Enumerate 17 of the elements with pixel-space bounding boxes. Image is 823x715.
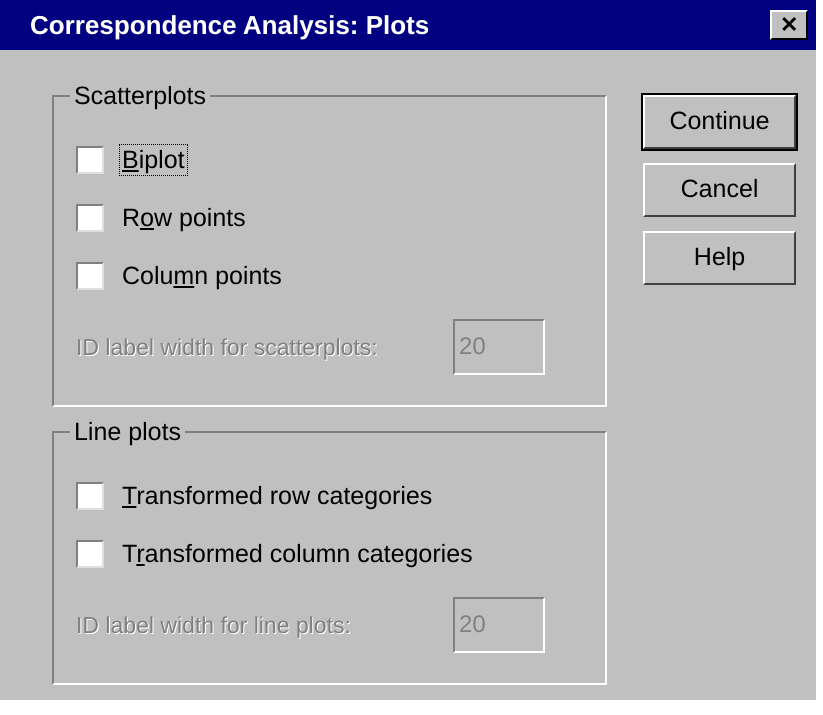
checkbox[interactable] [76,204,104,232]
field-label: ID label width for scatterplots: [76,332,378,362]
field-label: ID label width for line plots: [76,610,351,640]
checkbox-label[interactable]: Transformed row categories [120,481,434,511]
checkbox-label[interactable]: Column points [120,261,284,291]
window-title: Correspondence Analysis: Plots [30,8,430,42]
checkbox[interactable] [76,482,104,510]
checkbox-label[interactable]: Transformed column categories [120,539,475,569]
dialog-button[interactable]: Cancel [643,163,796,217]
dialog-button[interactable]: Continue [643,95,796,149]
checkbox[interactable] [76,262,104,290]
checkbox-label[interactable]: Row points [120,203,248,233]
checkbox[interactable] [76,540,104,568]
dialog-button[interactable]: Help [643,231,796,285]
checkbox-label[interactable]: Biplot [120,145,187,175]
checkbox[interactable] [76,146,104,174]
close-button[interactable]: ✕ [770,10,808,40]
